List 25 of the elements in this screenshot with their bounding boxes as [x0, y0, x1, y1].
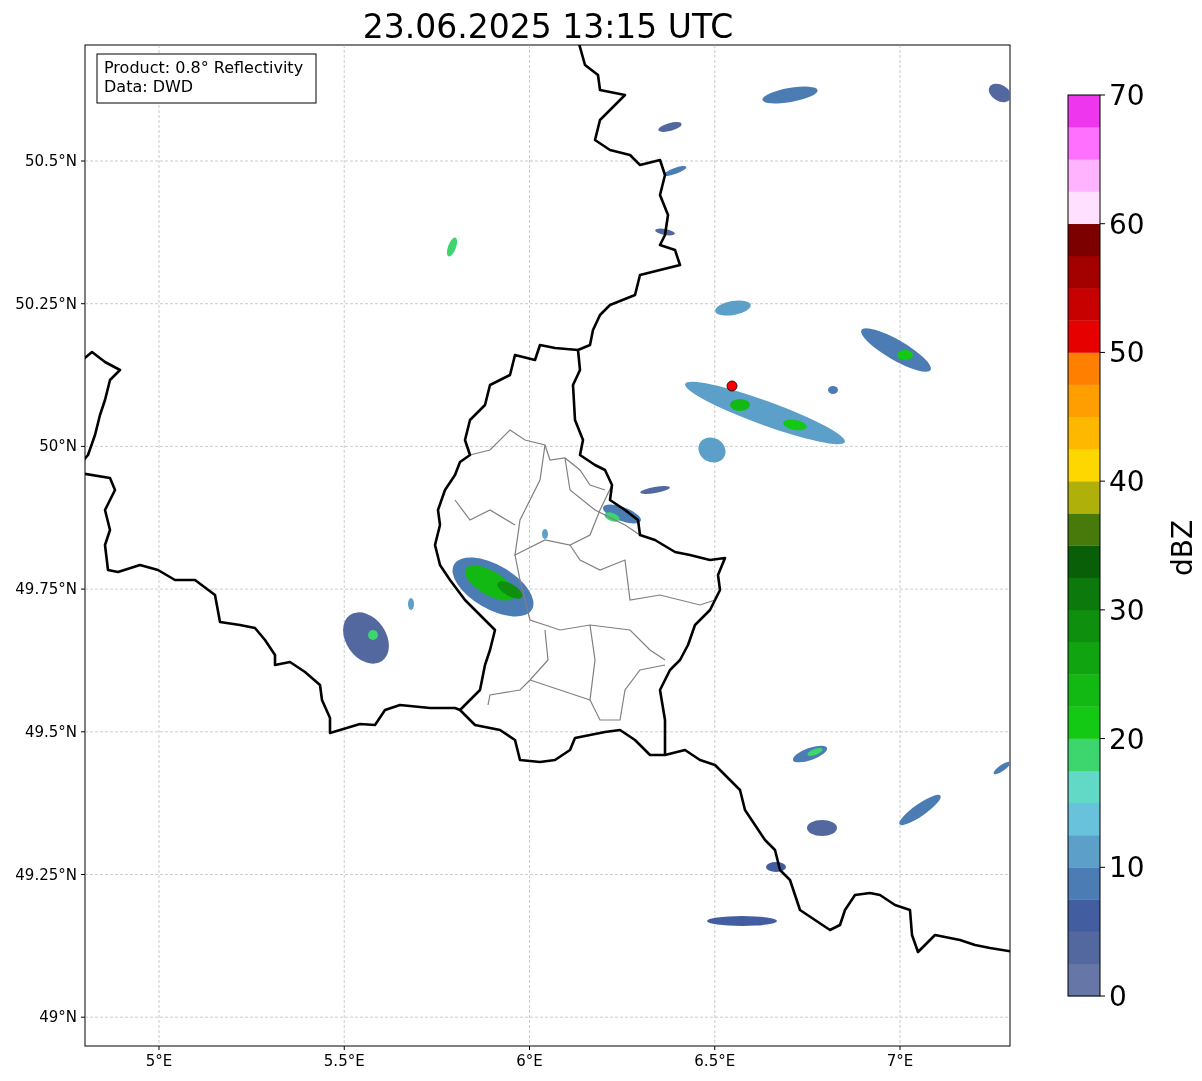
info-text: Data: DWD — [104, 77, 194, 96]
longitude-tick-label: 5.5°E — [323, 1045, 365, 1070]
colorbar-label: dBZ — [1166, 519, 1199, 577]
info-text: Product: 0.8° Reflectivity — [104, 58, 304, 77]
longitude-tick-label: 7°E — [886, 1045, 914, 1070]
longitude-tick-label: 6.5°E — [694, 1045, 736, 1070]
latitude-tick-label: 50.5°N — [24, 152, 86, 170]
colorbar-tick-label: 10 — [1099, 851, 1145, 885]
latitude-tick-label: 50.25°N — [15, 294, 86, 313]
longitude-tick-label: 5°E — [145, 1045, 173, 1070]
longitude-tick-label: 6°E — [516, 1045, 543, 1070]
latitude-tick-label: 49.25°N — [15, 865, 86, 884]
latitude-tick-label: 49.75°N — [15, 580, 86, 599]
colorbar-tick-label: 50 — [1099, 336, 1145, 370]
colorbar-tick-label: 40 — [1099, 465, 1145, 499]
colorbar-tick-label: 20 — [1099, 722, 1145, 756]
colorbar-tick-label: 30 — [1099, 593, 1145, 627]
colorbar-tick-label: 70 — [1099, 79, 1145, 112]
latitude-tick-label: 49°N — [39, 1008, 86, 1027]
colorbar-tick-label: 0 — [1099, 980, 1127, 1013]
colorbar-tick-label: 60 — [1099, 207, 1145, 241]
map-title: 23.06.2025 13:15 UTC — [362, 7, 734, 46]
radar-site-marker — [726, 380, 738, 392]
latitude-tick-label: 50°N — [39, 437, 86, 456]
latitude-tick-label: 49.5°N — [24, 722, 86, 741]
